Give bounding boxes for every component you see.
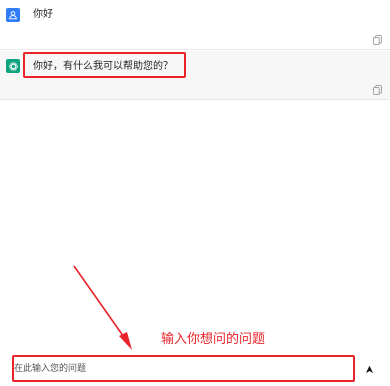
question-input[interactable]	[14, 357, 353, 380]
assistant-message-text: 你好，有什么我可以帮助您的？	[33, 61, 173, 72]
composer	[0, 354, 390, 386]
send-arrow-icon[interactable]	[360, 360, 378, 378]
copy-icon[interactable]	[373, 80, 382, 95]
annotation-label: 输入你想问的问题	[161, 332, 266, 347]
user-message: 你好	[0, 0, 390, 50]
openai-logo-icon	[6, 59, 20, 73]
copy-icon[interactable]	[373, 30, 382, 45]
user-message-text: 你好	[33, 9, 53, 20]
assistant-message: 你好，有什么我可以帮助您的？	[0, 51, 390, 100]
user-avatar-icon	[6, 8, 20, 22]
